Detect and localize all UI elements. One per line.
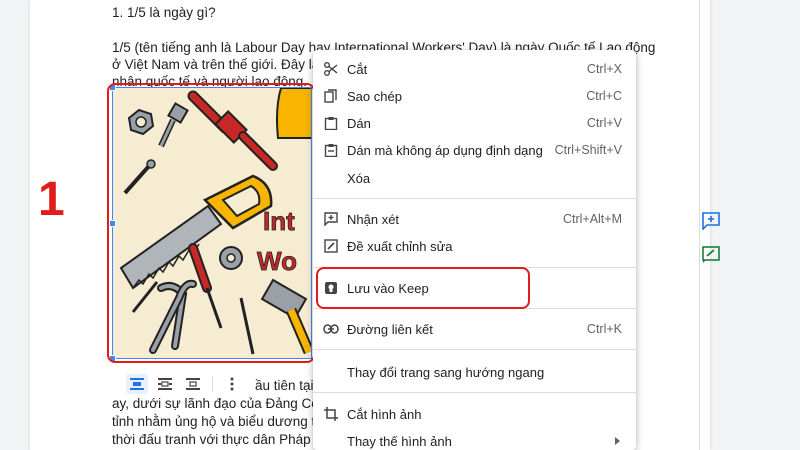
menu-item-label: Nhận xét [347, 211, 400, 227]
copy-icon [323, 88, 339, 104]
menu-item-link[interactable]: Đường liên kết Ctrl+K [313, 315, 636, 343]
add-comment-icon [702, 212, 720, 230]
wrap-text-icon [158, 378, 172, 390]
menu-item-crop-image[interactable]: Cắt hình ảnh [313, 400, 636, 428]
menu-item-label: Dán mà không áp dụng định dạng [347, 142, 543, 158]
menu-item-label: Thay đổi trang sang hướng ngang [347, 364, 545, 380]
menu-divider [313, 349, 636, 350]
wrap-text-button[interactable] [154, 374, 176, 394]
menu-item-label: Đề xuất chỉnh sửa [347, 238, 453, 254]
menu-item-replace-image[interactable]: Thay thế hình ảnh [313, 427, 636, 450]
paste-icon [323, 115, 339, 131]
break-text-icon [186, 378, 200, 390]
toolbar-divider [212, 376, 213, 392]
menu-item-label: Thay thế hình ảnh [347, 433, 452, 449]
menu-item-label: Đường liên kết [347, 321, 433, 337]
menu-item-paste[interactable]: Dán Ctrl+V [313, 109, 636, 137]
menu-item-label: Xóa [347, 170, 371, 186]
side-add-comment-button[interactable] [700, 210, 722, 232]
wrap-inline-button[interactable] [126, 374, 148, 394]
link-icon [323, 321, 339, 337]
menu-item-copy[interactable]: Sao chép Ctrl+C [313, 82, 636, 110]
menu-divider [313, 392, 636, 393]
highlight-box-keep [316, 267, 530, 309]
menu-item-shortcut: Ctrl+Shift+V [554, 143, 622, 157]
doc-heading[interactable]: 1. 1/5 là ngày gì? [112, 4, 216, 21]
menu-item-shortcut: Ctrl+Alt+M [562, 212, 622, 226]
menu-item-shortcut: Ctrl+V [586, 116, 622, 130]
menu-item-shortcut: Ctrl+C [586, 89, 622, 103]
context-menu: Cắt Ctrl+X Sao chép Ctrl+C Dán Ctrl+V Dá… [313, 50, 636, 450]
menu-divider [313, 198, 636, 199]
menu-item-suggest-edit[interactable]: Đề xuất chỉnh sửa [313, 232, 636, 260]
more-vert-icon [230, 377, 234, 391]
annotation-number-1: 1 [38, 173, 65, 226]
menu-item-change-orientation[interactable]: Thay đổi trang sang hướng ngang [313, 358, 636, 386]
menu-item-label: Cắt hình ảnh [347, 406, 422, 422]
menu-item-comment[interactable]: Nhận xét Ctrl+Alt+M [313, 205, 636, 233]
menu-item-shortcut: Ctrl+X [586, 62, 622, 76]
add-comment-icon [323, 211, 339, 227]
suggest-edit-icon [323, 238, 339, 254]
suggest-edit-icon [702, 246, 720, 263]
side-suggest-edit-button[interactable] [700, 244, 722, 266]
doc-para2-line3[interactable]: tỉnh nhằm ủng hộ và biểu dương tin [112, 413, 326, 430]
submenu-arrow-icon [615, 437, 620, 445]
menu-item-label: Sao chép [347, 88, 402, 104]
break-text-button[interactable] [182, 374, 204, 394]
doc-para2-line4[interactable]: thời đấu tranh với thực dân Pháp nh [112, 431, 329, 448]
doc-para1-line2[interactable]: ở Việt Nam và trên thế giới. Đây là n [112, 56, 331, 73]
menu-item-label: Cắt [347, 61, 368, 77]
menu-item-paste-plain[interactable]: Dán mà không áp dụng định dạng Ctrl+Shif… [313, 136, 636, 164]
menu-item-label: Dán [347, 115, 371, 131]
wrap-inline-icon [130, 378, 144, 390]
menu-item-shortcut: Ctrl+K [586, 322, 622, 336]
highlight-box-image [107, 83, 315, 363]
paste-plain-icon [323, 142, 339, 158]
image-options-toolbar [120, 372, 250, 396]
more-options-button[interactable] [221, 374, 243, 394]
scissors-icon [323, 61, 339, 77]
menu-item-delete[interactable]: Xóa [313, 164, 636, 192]
doc-para2-line2[interactable]: ay, dưới sự lãnh đạo của Đảng Cộ [112, 395, 319, 412]
crop-icon [323, 406, 339, 422]
menu-item-cut[interactable]: Cắt Ctrl+X [313, 55, 636, 83]
